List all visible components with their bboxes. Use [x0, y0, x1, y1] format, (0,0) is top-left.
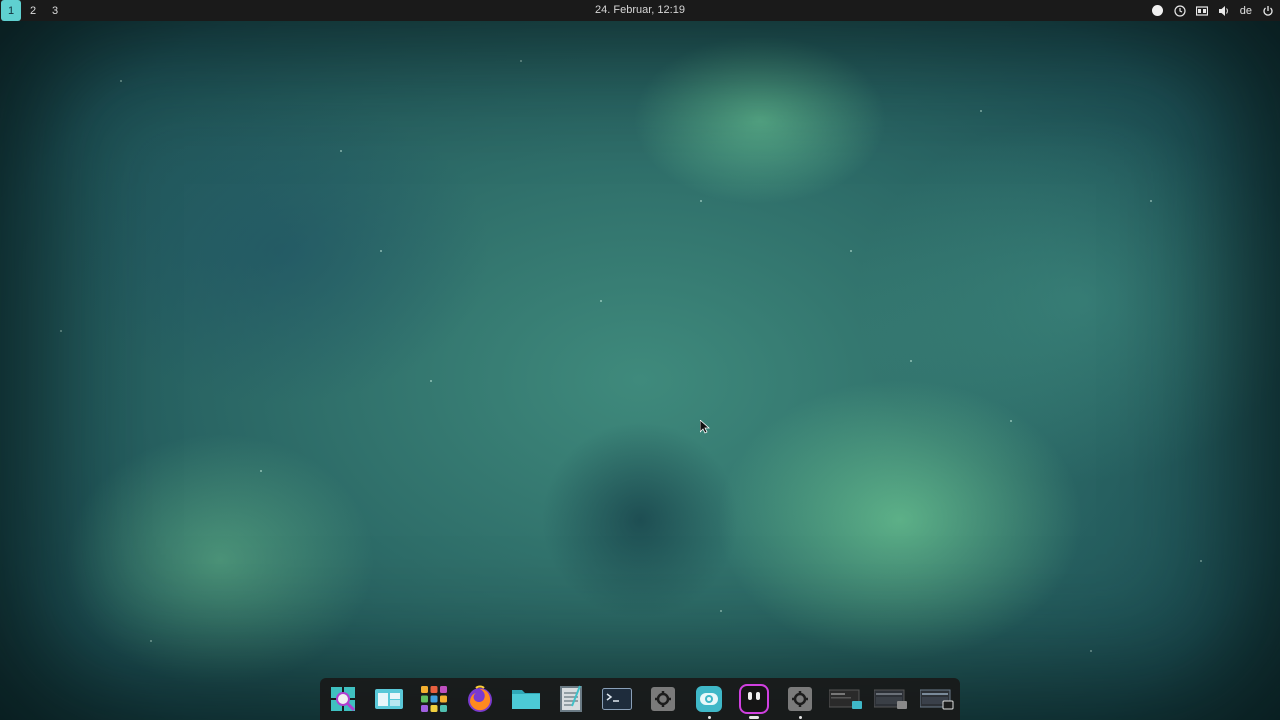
status-dot-icon[interactable] — [1152, 5, 1164, 17]
window-icon[interactable] — [1195, 5, 1208, 17]
window-thumbnail-icon — [874, 689, 908, 709]
gear-icon — [787, 687, 812, 711]
running-indicator — [707, 716, 711, 719]
dock-window-switcher[interactable] — [368, 678, 410, 720]
dock-settings[interactable] — [642, 678, 684, 720]
dock-files[interactable] — [505, 678, 547, 720]
mouse-cursor-icon — [700, 420, 710, 434]
dock-window-2[interactable] — [870, 678, 912, 720]
running-indicator — [749, 716, 760, 719]
dock-search-app[interactable] — [322, 678, 364, 720]
dock-firefox[interactable] — [459, 678, 501, 720]
star-field — [0, 0, 1280, 720]
gear-icon — [650, 687, 675, 711]
dock-window-1[interactable] — [825, 678, 867, 720]
workspace-1-button[interactable]: 1 — [1, 0, 21, 21]
store-icon — [695, 686, 722, 712]
folder-icon — [511, 690, 540, 709]
notepad-icon — [560, 685, 583, 712]
workspace-2-button[interactable]: 2 — [23, 0, 43, 21]
windows-icon — [374, 689, 403, 709]
dock — [320, 678, 960, 720]
firefox-icon — [468, 685, 493, 712]
robot-icon — [739, 684, 770, 714]
grid-icon — [421, 686, 448, 712]
dock-app-grid[interactable] — [413, 678, 455, 720]
dock-settings-2[interactable] — [779, 678, 821, 720]
running-indicator — [798, 716, 802, 719]
dock-store[interactable] — [688, 678, 730, 720]
clock-date-time[interactable]: 24. Februar, 12:19 — [0, 4, 1280, 16]
volume-icon[interactable] — [1218, 5, 1230, 17]
keyboard-layout-indicator[interactable]: de — [1240, 5, 1252, 17]
power-icon[interactable] — [1262, 5, 1274, 17]
top-panel: 1 2 3 24. Februar, 12:19 de — [0, 0, 1280, 21]
dock-terminal[interactable] — [596, 678, 638, 720]
desktop-wallpaper — [0, 0, 1280, 720]
search-icon — [331, 687, 356, 712]
dock-chat-app[interactable] — [733, 678, 775, 720]
timer-icon[interactable] — [1174, 4, 1186, 17]
window-thumbnail-icon — [919, 689, 954, 710]
workspace-3-button[interactable]: 3 — [45, 0, 65, 21]
window-thumbnail-icon — [828, 689, 862, 709]
terminal-icon — [602, 688, 633, 710]
dock-text-editor[interactable] — [550, 678, 592, 720]
system-tray: de — [1152, 0, 1274, 21]
dock-window-3[interactable] — [916, 678, 958, 720]
